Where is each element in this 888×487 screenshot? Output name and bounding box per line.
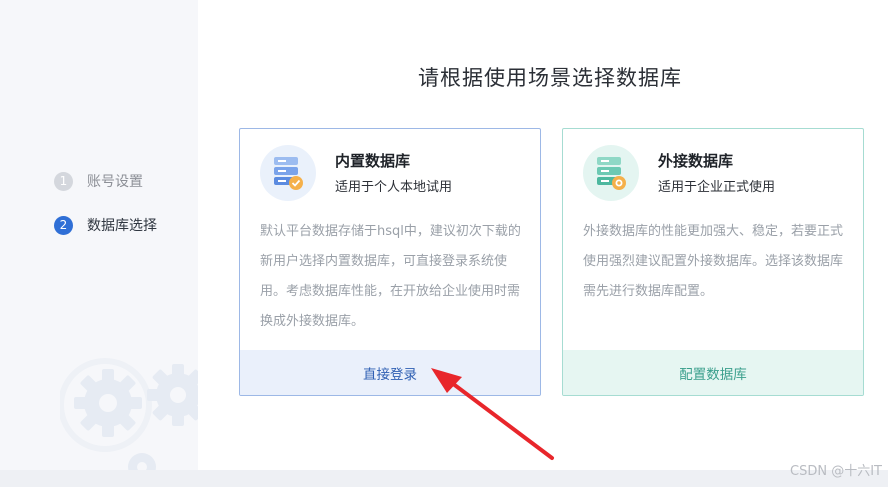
step-account-settings[interactable]: 1 账号设置 [54, 171, 143, 191]
watermark: CSDN @十六IT [790, 464, 882, 479]
gears-decoration-icon [60, 358, 198, 481]
step-label: 账号设置 [87, 174, 143, 190]
configure-database-button[interactable]: 配置数据库 [563, 350, 863, 395]
page-title: 请根据使用场景选择数据库 [418, 66, 682, 90]
footer-bar [0, 470, 888, 487]
card-description: 默认平台数据存储于hsql中，建议初次下载的新用户选择内置数据库，可直接登录系统… [260, 224, 521, 329]
step-label: 数据库选择 [87, 218, 157, 234]
sidebar: 1 账号设置 2 数据库选择 [0, 0, 198, 487]
card-title: 外接数据库 [658, 152, 734, 170]
card-title: 内置数据库 [335, 152, 411, 170]
server-icon [260, 145, 316, 201]
card-description: 外接数据库的性能更加强大、稳定，若要正式使用强烈建议配置外接数据库。选择该数据库… [583, 224, 844, 299]
card-subtitle: 适用于企业正式使用 [658, 180, 776, 195]
step-database-selection[interactable]: 2 数据库选择 [54, 215, 157, 235]
step-number-badge: 1 [54, 171, 73, 191]
server-gear-icon [583, 145, 639, 201]
card-external-database[interactable]: 外接数据库 适用于企业正式使用 外接数据库的性能更加强大、稳定，若要正式使用强烈… [562, 128, 864, 396]
card-subtitle: 适用于个人本地试用 [335, 180, 453, 195]
red-arrow-annotation-icon [431, 368, 554, 460]
step-number-badge: 2 [54, 215, 73, 235]
card-builtin-database[interactable]: 内置数据库 适用于个人本地试用 默认平台数据存储于hsql中，建议初次下载的新用… [239, 128, 541, 396]
